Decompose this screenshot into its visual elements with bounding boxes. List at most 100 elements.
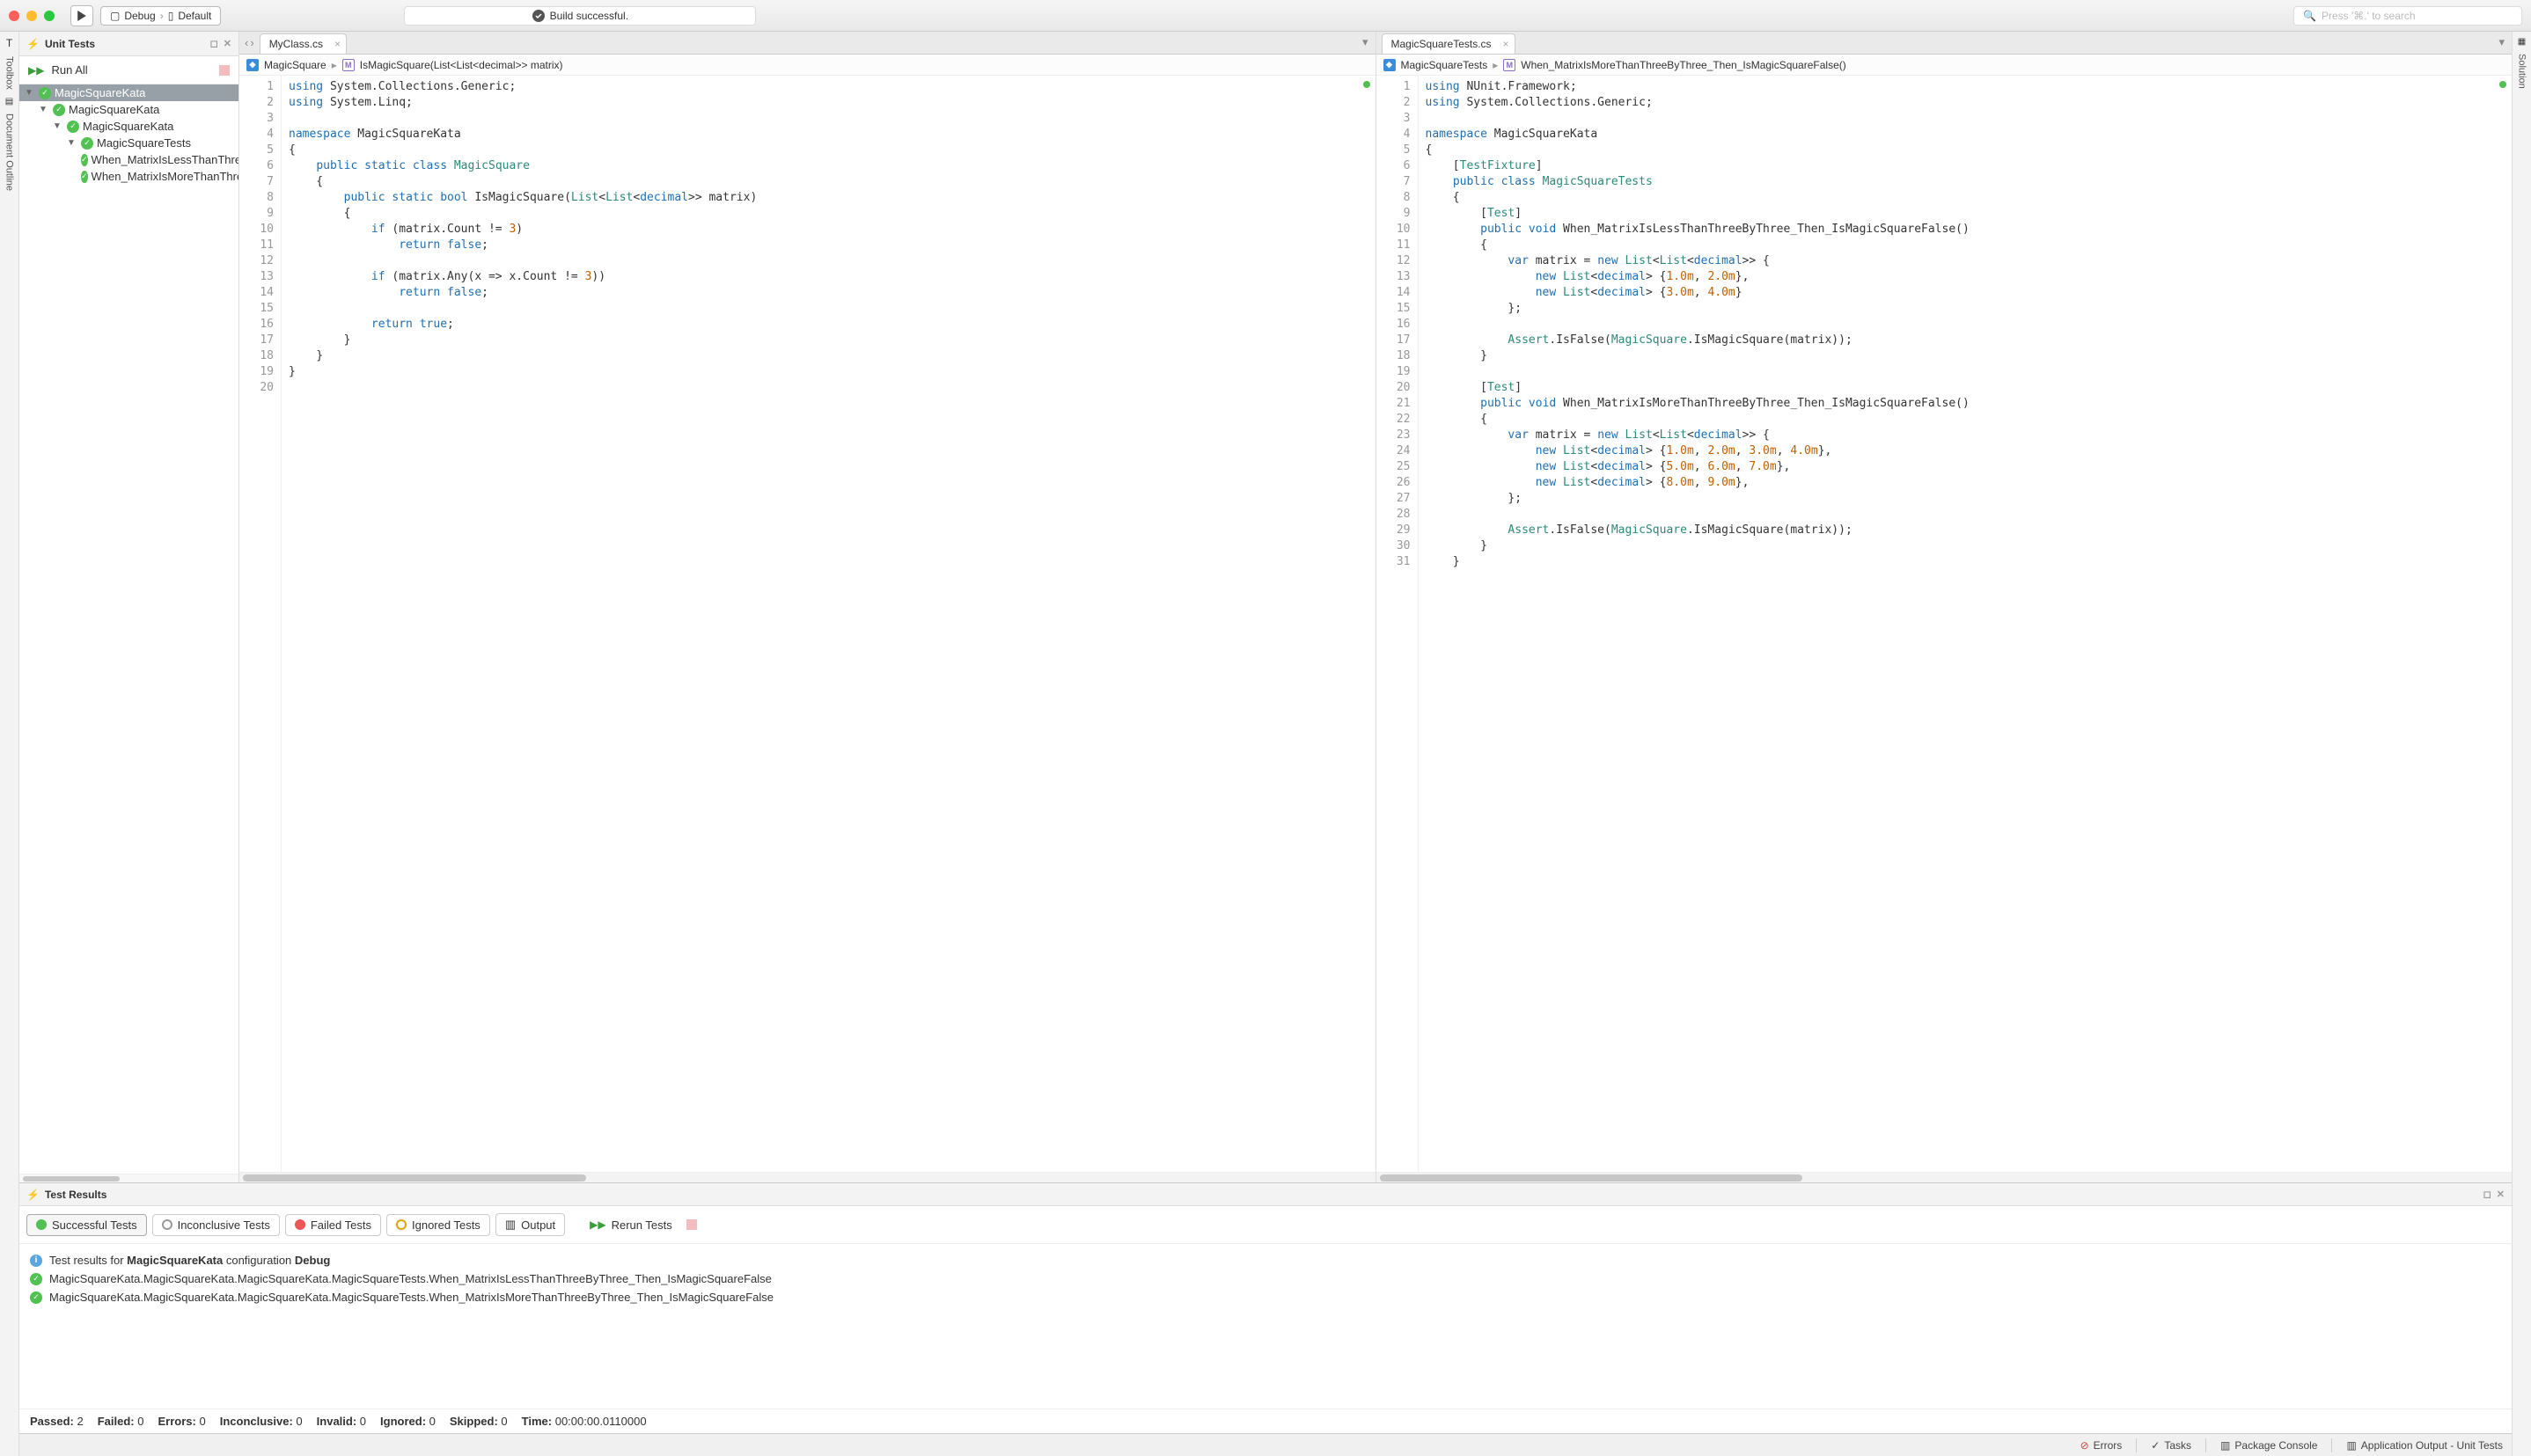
tasks-pad[interactable]: ✓Tasks (2151, 1439, 2191, 1452)
minimize-window-icon[interactable] (26, 11, 37, 21)
code-editor[interactable]: 1234567891011121314151617181920 using Sy… (239, 76, 1376, 1172)
configuration-selector[interactable]: ▢ Debug › ▯ Default (100, 6, 221, 26)
chevron-right-icon: › (160, 10, 164, 22)
inconclusive-tests-filter[interactable]: Inconclusive Tests (152, 1214, 280, 1236)
tree-leaf[interactable]: ✓ When_MatrixIsLessThanThreeByThree_Then… (19, 151, 238, 168)
toolbox-icon[interactable]: T (6, 37, 12, 49)
tree-node[interactable]: ▼ ✓ MagicSquareKata (19, 118, 238, 135)
tree-node[interactable]: ▼ ✓ MagicSquareTests (19, 135, 238, 151)
file-tab-label: MyClass.cs (269, 38, 323, 50)
result-name: MagicSquareKata.MagicSquareKata.MagicSqu… (49, 1272, 772, 1285)
panel-scrollbar[interactable] (19, 1174, 238, 1182)
unit-tests-header: ⚡ Unit Tests ◻ ✕ (19, 32, 238, 56)
tree-label: When_MatrixIsLessThanThreeByThree_Then_I… (92, 153, 238, 166)
stop-button[interactable] (686, 1219, 697, 1230)
results-filters: Successful Tests Inconclusive Tests Fail… (19, 1206, 2512, 1244)
nav-back-icon[interactable]: ‹ (245, 36, 248, 49)
result-name: MagicSquareKata.MagicSquareKata.MagicSqu… (49, 1291, 774, 1304)
tab-menu-icon[interactable]: ▾ (1355, 32, 1376, 54)
breadcrumb-method: IsMagicSquare(List<List<decimal>> matrix… (360, 59, 563, 71)
close-icon[interactable]: × (1503, 38, 1509, 50)
results-body: i Test results for MagicSquareKata confi… (19, 1244, 2512, 1408)
global-search[interactable]: 🔍 Press '⌘.' to search (2293, 6, 2522, 26)
tree-label: When_MatrixIsMoreThanThreeByThree_Then_I… (92, 170, 238, 183)
solution-icon[interactable]: ▦ (2518, 37, 2526, 47)
output-filter[interactable]: ▥Output (495, 1213, 565, 1236)
tree-leaf[interactable]: ✓ When_MatrixIsMoreThanThreeByThree_Then… (19, 168, 238, 185)
editor-right: MagicSquareTests.cs × ▾ ◆ MagicSquareTes… (1376, 32, 2513, 1182)
right-rail: ▦ Solution (2512, 32, 2531, 1456)
circle-icon (396, 1219, 407, 1230)
run-all-button[interactable]: Run All (51, 63, 87, 77)
pass-icon: ✓ (39, 87, 51, 99)
status-dot-icon (2499, 81, 2506, 88)
undock-icon[interactable]: ◻ (2483, 1189, 2491, 1200)
editor-left: ‹› MyClass.cs × ▾ ◆ MagicSquare ▸ M IsMa… (239, 32, 1376, 1182)
code-editor[interactable]: 1234567891011121314151617181920212223242… (1376, 76, 2513, 1172)
chevron-down-icon[interactable]: ▼ (67, 138, 77, 148)
rerun-tests-button[interactable]: Rerun Tests (612, 1218, 672, 1232)
method-icon: M (342, 59, 355, 71)
undock-icon[interactable]: ◻ (210, 38, 218, 49)
chevron-down-icon[interactable]: ▼ (39, 105, 49, 114)
horizontal-scrollbar[interactable] (1376, 1172, 2513, 1182)
pass-icon: ✓ (30, 1273, 42, 1285)
code-content[interactable]: using System.Collections.Generic; using … (282, 76, 1376, 1172)
errors-pad[interactable]: ⊘Errors (2080, 1439, 2123, 1452)
package-console-pad[interactable]: ▥Package Console (2220, 1439, 2317, 1452)
toolbox-tab[interactable]: Toolbox (4, 56, 15, 90)
document-outline-icon[interactable]: ▤ (5, 97, 13, 106)
close-icon[interactable]: × (334, 38, 341, 50)
document-outline-tab[interactable]: Document Outline (4, 113, 15, 191)
play-icon: ▶▶ (28, 64, 44, 77)
breadcrumb[interactable]: ◆ MagicSquare ▸ M IsMagicSquare(List<Lis… (239, 55, 1376, 76)
terminal-icon: ▥ (2346, 1439, 2356, 1452)
chevron-right-icon: ▸ (332, 59, 337, 71)
result-row[interactable]: ✓ MagicSquareKata.MagicSquareKata.MagicS… (30, 1288, 2501, 1306)
lightning-icon: ⚡ (26, 1189, 40, 1201)
close-icon[interactable]: ✕ (2497, 1189, 2505, 1200)
config-target: Default (178, 10, 211, 22)
application-output-pad[interactable]: ▥Application Output - Unit Tests (2346, 1439, 2503, 1452)
editor-tabbar: ‹› MyClass.cs × ▾ (239, 32, 1376, 55)
result-row[interactable]: ✓ MagicSquareKata.MagicSquareKata.MagicS… (30, 1269, 2501, 1288)
breadcrumb-ns: MagicSquare (264, 59, 326, 71)
successful-tests-filter[interactable]: Successful Tests (26, 1214, 147, 1236)
chevron-down-icon[interactable]: ▼ (53, 121, 63, 131)
chevron-down-icon[interactable]: ▼ (25, 88, 35, 98)
csharp-icon: ◆ (1383, 59, 1396, 71)
breadcrumb[interactable]: ◆ MagicSquareTests ▸ M When_MatrixIsMore… (1376, 55, 2513, 76)
nav-forward-icon[interactable]: › (250, 36, 253, 49)
maximize-window-icon[interactable] (44, 11, 55, 21)
file-tab[interactable]: MagicSquareTests.cs × (1382, 33, 1515, 54)
terminal-icon: ▥ (505, 1218, 516, 1232)
unit-tests-title: Unit Tests (45, 38, 95, 50)
failed-tests-filter[interactable]: Failed Tests (285, 1214, 381, 1236)
ignored-tests-filter[interactable]: Ignored Tests (386, 1214, 490, 1236)
stop-button[interactable] (219, 65, 230, 76)
pass-icon: ✓ (53, 104, 65, 116)
tree-node[interactable]: ▼ ✓ MagicSquareKata (19, 101, 238, 118)
close-window-icon[interactable] (9, 11, 19, 21)
method-icon: M (1503, 59, 1515, 71)
target-icon: ▢ (110, 10, 120, 22)
close-icon[interactable]: ✕ (224, 38, 231, 49)
breadcrumb-ns: MagicSquareTests (1401, 59, 1488, 71)
run-button[interactable] (70, 5, 93, 26)
tab-menu-icon[interactable]: ▾ (2491, 32, 2512, 54)
code-content[interactable]: using NUnit.Framework; using System.Coll… (1419, 76, 2513, 1172)
tree-label: MagicSquareKata (69, 103, 159, 116)
horizontal-scrollbar[interactable] (239, 1172, 1376, 1182)
circle-icon (162, 1219, 172, 1230)
pass-icon: ✓ (81, 171, 88, 183)
results-header: ⚡ Test Results ◻ ✕ (19, 1183, 2512, 1206)
tree-label: MagicSquareKata (83, 120, 173, 133)
results-stats: Passed: 2 Failed: 0 Errors: 0 Inconclusi… (19, 1408, 2512, 1433)
check-icon: ✓ (2151, 1439, 2160, 1452)
circle-icon (295, 1219, 305, 1230)
solution-tab[interactable]: Solution (2517, 54, 2527, 89)
terminal-icon: ▥ (2220, 1439, 2230, 1452)
left-rail: T Toolbox ▤ Document Outline (0, 32, 19, 1456)
tree-root[interactable]: ▼ ✓ MagicSquareKata (19, 84, 238, 101)
file-tab[interactable]: MyClass.cs × (260, 33, 347, 54)
